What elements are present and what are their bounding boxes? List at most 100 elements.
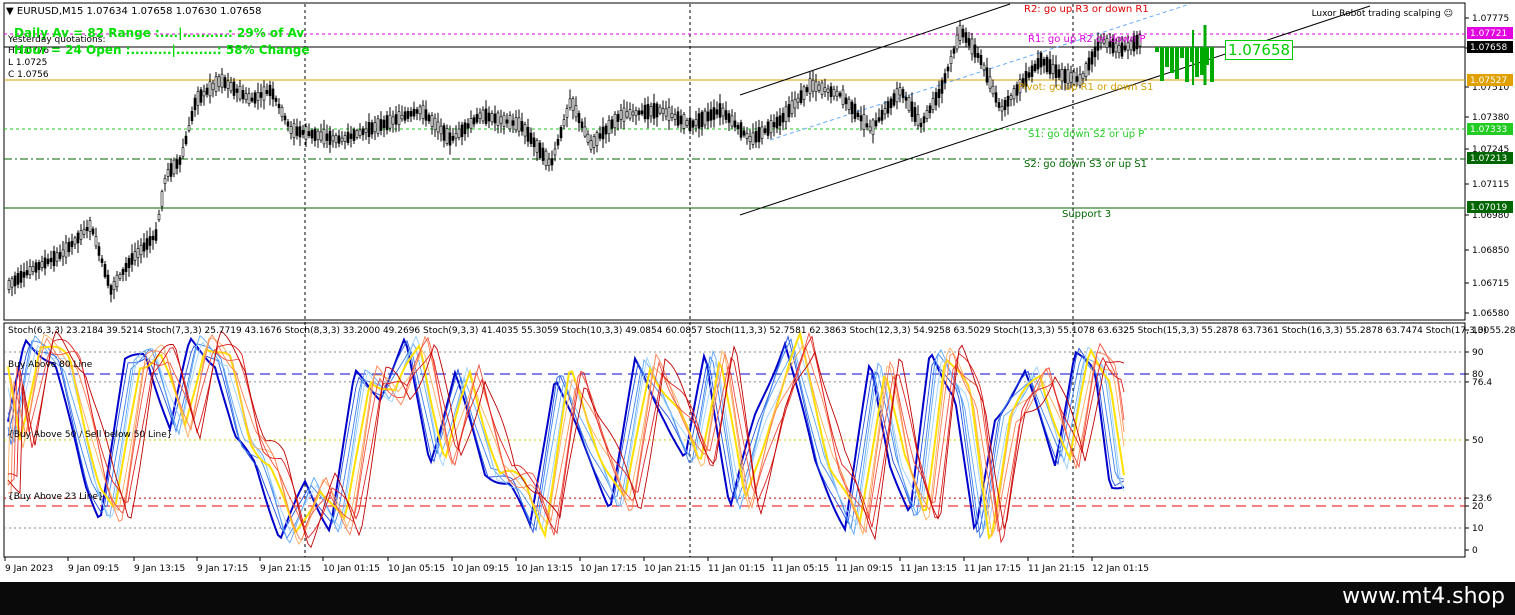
time-tick-label: 11 Jan 17:15 bbox=[964, 564, 1021, 574]
menu-arrow-icon[interactable]: ▼ bbox=[6, 6, 14, 17]
candle-body bbox=[997, 102, 1001, 108]
candle-body bbox=[1069, 72, 1073, 83]
candle-body bbox=[685, 120, 689, 126]
candle-body bbox=[892, 93, 896, 106]
candle-body bbox=[856, 112, 860, 117]
candle-body bbox=[979, 55, 983, 65]
price-tick-label: 1.06715 bbox=[1472, 279, 1509, 289]
time-tick-label: 10 Jan 21:15 bbox=[644, 564, 701, 574]
candle-body bbox=[286, 121, 290, 127]
candle-body bbox=[1036, 58, 1040, 70]
candle-body bbox=[424, 109, 428, 121]
candle-body bbox=[1093, 46, 1097, 58]
candle-body bbox=[274, 98, 278, 102]
candle-body bbox=[499, 116, 503, 124]
candle-body bbox=[82, 229, 86, 235]
candle-body bbox=[682, 114, 686, 129]
candle-body bbox=[820, 82, 824, 95]
candle-body bbox=[514, 117, 518, 131]
candle-body bbox=[118, 274, 122, 279]
candle-body bbox=[544, 150, 548, 166]
candle-body bbox=[505, 119, 509, 124]
candle-body bbox=[160, 191, 164, 207]
candle-body bbox=[775, 116, 779, 129]
chart-window[interactable]: 1.077751.076451.075101.073801.072451.071… bbox=[0, 0, 1515, 582]
chart-canvas[interactable]: 1.077751.076451.075101.073801.072451.071… bbox=[0, 0, 1515, 582]
candle-body bbox=[106, 274, 110, 286]
level-tick-label: 90 bbox=[1472, 348, 1484, 358]
candle-body bbox=[244, 93, 248, 100]
candle-body bbox=[1054, 64, 1058, 79]
candle-body bbox=[1051, 64, 1055, 74]
candle-body bbox=[28, 266, 32, 275]
smiley-icon: ☺ bbox=[1443, 9, 1453, 19]
candle-body bbox=[565, 108, 569, 118]
candle-body bbox=[415, 109, 419, 114]
time-tick-label: 11 Jan 21:15 bbox=[1028, 564, 1085, 574]
candle-body bbox=[481, 109, 485, 122]
candle-body bbox=[583, 126, 587, 137]
candle-body bbox=[79, 230, 83, 240]
time-tick-label: 10 Jan 09:15 bbox=[452, 564, 509, 574]
candle-body bbox=[88, 220, 92, 232]
volume-bar bbox=[1200, 47, 1204, 75]
robot-label-text: Luxor Robot trading scalping bbox=[1311, 9, 1441, 19]
candle-body bbox=[397, 111, 401, 126]
candle-body bbox=[301, 129, 305, 135]
candle-body bbox=[529, 132, 533, 144]
level-tick-label: 76.4 bbox=[1472, 378, 1492, 388]
volume-bar bbox=[1185, 47, 1189, 82]
candle-body bbox=[865, 123, 869, 128]
candle-body bbox=[451, 135, 455, 141]
candle-body bbox=[322, 129, 326, 145]
candle-body bbox=[139, 244, 143, 256]
candle-body bbox=[70, 240, 74, 248]
candle-body bbox=[988, 76, 992, 89]
candle-body bbox=[157, 213, 161, 221]
candle-body bbox=[577, 113, 581, 123]
candle-body bbox=[592, 136, 596, 148]
candle-body bbox=[427, 114, 431, 122]
candle-body bbox=[367, 122, 371, 137]
candle-body bbox=[637, 110, 641, 115]
candle-body bbox=[385, 115, 389, 131]
candle-body bbox=[154, 229, 158, 241]
candle-body bbox=[364, 128, 368, 133]
candle-body bbox=[748, 135, 752, 143]
candle-body bbox=[310, 130, 314, 139]
candle-body bbox=[91, 228, 95, 235]
candle-body bbox=[871, 119, 875, 135]
price-tag-label: 1.07721 bbox=[1470, 29, 1507, 39]
candle-body bbox=[112, 280, 116, 291]
candle-body bbox=[649, 106, 653, 117]
candle-body bbox=[967, 38, 971, 46]
candle-body bbox=[835, 90, 839, 97]
volume-bar bbox=[1195, 47, 1199, 77]
candle-body bbox=[469, 118, 473, 129]
candle-body bbox=[247, 93, 251, 104]
candle-body bbox=[532, 137, 536, 148]
candle-body bbox=[1000, 106, 1004, 112]
candle-body bbox=[730, 115, 734, 127]
candle-body bbox=[874, 120, 878, 127]
candle-body bbox=[181, 147, 185, 157]
candle-body bbox=[178, 157, 182, 165]
candle-body bbox=[1009, 95, 1013, 100]
candle-body bbox=[1033, 63, 1037, 72]
candle-body bbox=[973, 44, 977, 58]
candle-body bbox=[958, 25, 962, 41]
candle-body bbox=[109, 285, 113, 295]
candle-body bbox=[721, 107, 725, 117]
price-tick-label: 1.07115 bbox=[1472, 180, 1509, 190]
price-tag-label: 1.07658 bbox=[1470, 43, 1507, 53]
candle-body bbox=[46, 258, 50, 265]
candle-body bbox=[739, 122, 743, 138]
robot-label: Luxor Robot trading scalping ☺ bbox=[1312, 8, 1453, 20]
price-tick-label: 1.06850 bbox=[1472, 246, 1509, 256]
candle-body bbox=[1087, 57, 1091, 71]
candle-body bbox=[982, 64, 986, 71]
price-tag-label: 1.07213 bbox=[1470, 154, 1507, 164]
candle-body bbox=[766, 121, 770, 136]
candle-body bbox=[676, 111, 680, 126]
candle-body bbox=[121, 269, 125, 275]
